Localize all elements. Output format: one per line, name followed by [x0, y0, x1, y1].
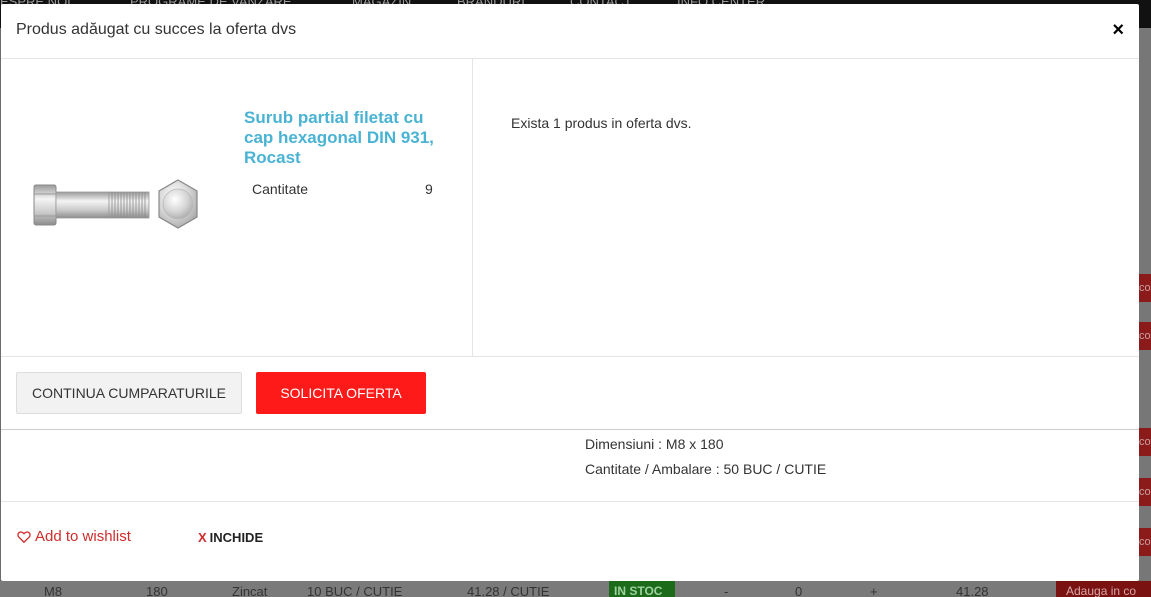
background-right-edge	[1139, 28, 1151, 597]
add-to-wishlist-link[interactable]: Add to wishlist	[17, 528, 131, 545]
offer-count-text: Exista 1 produs in oferta dvs.	[511, 115, 692, 131]
bg-cell: M8	[44, 584, 63, 597]
modal-actions: CONTINUA CUMPARATURILE SOLICITA OFERTA	[1, 357, 1139, 430]
background-product-row: M8 180 Zincat 10 BUC / CUTIE 41.28 / CUT…	[0, 581, 1151, 597]
bg-cell: 180	[146, 584, 168, 597]
modal-footer: Add to wishlist X INCHIDE	[1, 502, 1139, 580]
bg-stock-label: IN STOC	[614, 584, 663, 597]
quantity-value: 9	[425, 181, 433, 197]
bg-add-label: Adauga in co	[1066, 584, 1137, 597]
bg-cell: -	[724, 584, 729, 597]
product-name-link[interactable]: Surub partial filetat cu cap hexagonal D…	[244, 108, 444, 168]
heart-icon	[17, 530, 31, 543]
spec-packaging: Cantitate / Ambalare : 50 BUC / CUTIE	[585, 461, 827, 477]
added-to-offer-modal: Produs adăugat cu succes la oferta dvs ×	[1, 4, 1139, 581]
continue-shopping-button[interactable]: CONTINUA CUMPARATURILE	[16, 372, 242, 414]
background-cart-button: cos	[1139, 528, 1151, 556]
request-offer-button[interactable]: SOLICITA OFERTA	[256, 372, 426, 414]
bg-cell: 41.28 / CUTIE	[467, 584, 550, 597]
modal-header: Produs adăugat cu succes la oferta dvs ×	[1, 4, 1139, 59]
background-cart-button: cos	[1139, 428, 1151, 456]
bg-cell: 41.28	[956, 584, 989, 597]
close-modal-link[interactable]: X INCHIDE	[198, 530, 263, 545]
close-modal-label: INCHIDE	[209, 530, 264, 545]
close-icon[interactable]: ×	[1112, 19, 1124, 41]
bg-cell: 0	[795, 584, 803, 597]
bg-cell: Zincat	[232, 584, 268, 597]
background-cart-button: cos	[1139, 274, 1151, 302]
background-add-to-cart: Adauga in co	[1056, 581, 1151, 597]
bg-cell: 10 BUC / CUTIE	[307, 584, 403, 597]
close-x-icon: X	[198, 530, 207, 545]
quantity-label: Cantitate	[252, 181, 309, 197]
bg-cell: +	[870, 584, 878, 597]
background-cart-button: cos	[1139, 322, 1151, 350]
product-summary: Surub partial filetat cu cap hexagonal D…	[1, 59, 473, 357]
hex-bolt-image	[33, 179, 198, 229]
spec-dimensions: Dimensiuni : M8 x 180	[585, 436, 724, 452]
offer-summary: Exista 1 produs in oferta dvs.	[474, 59, 1139, 357]
modal-body: Surub partial filetat cu cap hexagonal D…	[1, 59, 1139, 357]
modal-title: Produs adăugat cu succes la oferta dvs	[16, 21, 297, 38]
background-cart-button: cos	[1139, 478, 1151, 506]
product-specs: Dimensiuni : M8 x 180 Cantitate / Ambala…	[1, 430, 1139, 502]
wishlist-label: Add to wishlist	[35, 528, 131, 545]
background-stock-badge: IN STOC	[609, 581, 675, 597]
